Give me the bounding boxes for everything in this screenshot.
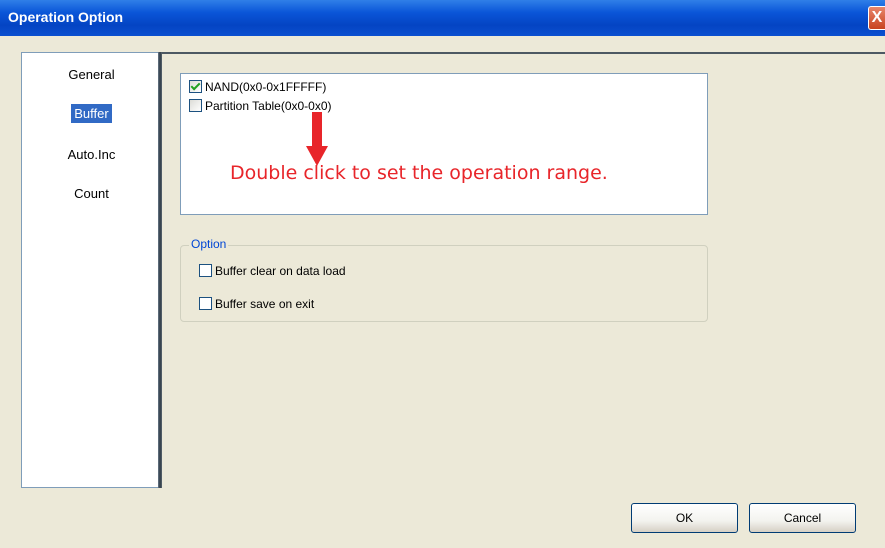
partition-table-checkbox[interactable] [189, 99, 202, 112]
annotation-callout: Double click to set the operation range. [230, 162, 608, 184]
category-list: General Buffer Auto.Inc Count [21, 52, 162, 488]
nav-item-buffer[interactable]: Buffer [22, 104, 161, 123]
option-label: Buffer save on exit [215, 297, 315, 311]
nav-item-label: Auto.Inc [67, 147, 116, 162]
close-button[interactable]: X [868, 6, 885, 30]
cancel-button[interactable]: Cancel [749, 503, 856, 533]
range-item-nand[interactable]: NAND(0x0-0x1FFFFF) [189, 80, 326, 94]
option-label: Buffer clear on data load [215, 264, 346, 278]
window-title: Operation Option [8, 9, 124, 25]
range-item-partition-table[interactable]: Partition Table(0x0-0x0) [189, 99, 332, 113]
title-bar[interactable]: Operation Option X [0, 0, 885, 36]
operation-range-list[interactable]: NAND(0x0-0x1FFFFF) Partition Table(0x0-0… [180, 73, 708, 215]
ok-button[interactable]: OK [631, 503, 738, 533]
option-group: Option Buffer clear on data load Buffer … [180, 237, 708, 322]
buffer-clear-checkbox[interactable] [199, 264, 212, 277]
nav-item-count[interactable]: Count [22, 184, 161, 203]
buffer-clear-on-load-option[interactable]: Buffer clear on data load [199, 264, 346, 278]
nav-item-label: Count [74, 186, 109, 201]
buffer-save-checkbox[interactable] [199, 297, 212, 310]
nav-item-general[interactable]: General [22, 65, 161, 84]
close-icon: X [871, 9, 883, 26]
range-item-label: NAND(0x0-0x1FFFFF) [205, 80, 327, 94]
down-arrow-icon [306, 112, 328, 166]
nand-checkbox[interactable] [189, 80, 202, 93]
option-group-title: Option [189, 237, 229, 251]
nav-item-label: General [68, 67, 115, 82]
nav-item-auto-inc[interactable]: Auto.Inc [22, 145, 161, 164]
nav-item-label: Buffer [71, 104, 112, 123]
buffer-save-on-exit-option[interactable]: Buffer save on exit [199, 297, 314, 311]
range-item-label: Partition Table(0x0-0x0) [205, 99, 332, 113]
